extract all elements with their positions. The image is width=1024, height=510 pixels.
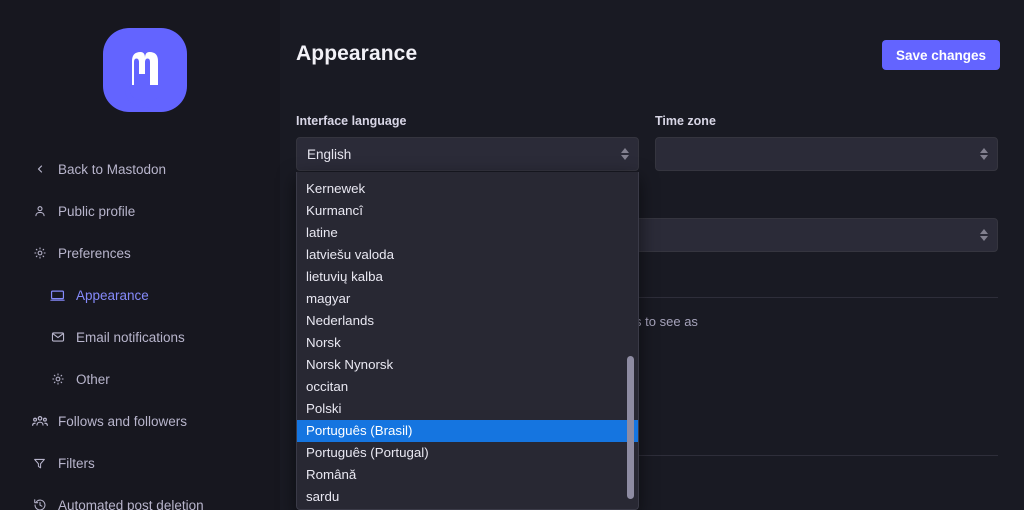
sidebar-item-back-to-mastodon[interactable]: Back to Mastodon	[0, 153, 280, 185]
dropdown-option[interactable]: Português (Brasil)	[297, 420, 638, 442]
page-title: Appearance	[296, 42, 418, 65]
dropdown-option[interactable]: Kurmancî	[297, 200, 638, 222]
sidebar: Back to Mastodon Public profile Preferen…	[0, 0, 280, 510]
dropdown-option[interactable]: Polski	[297, 398, 638, 420]
dropdown-option[interactable]: latine	[297, 222, 638, 244]
mastodon-logo	[101, 26, 189, 114]
interface-language-value: English	[307, 146, 352, 162]
sidebar-item-other[interactable]: Other	[0, 363, 280, 395]
sidebar-item-preferences[interactable]: Preferences	[0, 237, 280, 269]
chevron-updown-icon	[980, 229, 988, 241]
dropdown-option[interactable]: occitan	[297, 376, 638, 398]
chevron-updown-icon	[980, 148, 988, 160]
dropdown-option[interactable]: Português (Portugal)	[297, 442, 638, 464]
dropdown-scrollbar-thumb[interactable]	[627, 356, 634, 499]
sidebar-item-label: Preferences	[58, 245, 131, 261]
sidebar-item-public-profile[interactable]: Public profile	[0, 195, 280, 227]
dropdown-option[interactable]: Română	[297, 464, 638, 486]
dropdown-option-list: Kernewek Kurmancî latine latviešu valoda lie…	[297, 178, 638, 508]
envelope-icon	[49, 329, 66, 346]
sidebar-item-label: Back to Mastodon	[58, 161, 167, 177]
sidebar-item-email-notifications[interactable]: Email notifications	[0, 321, 280, 353]
appearance-settings-page: Back to Mastodon Public profile Preferen…	[0, 0, 1024, 510]
history-icon	[31, 497, 48, 510]
monitor-icon	[49, 287, 66, 304]
sidebar-item-label: Email notifications	[76, 329, 185, 345]
dropdown-option[interactable]: sardu	[297, 486, 638, 508]
sidebar-item-label: Appearance	[76, 287, 149, 303]
dropdown-option[interactable]: magyar	[297, 288, 638, 310]
interface-language-select[interactable]: English	[296, 137, 639, 171]
dropdown-scrollbar-track[interactable]	[627, 176, 636, 506]
dropdown-option[interactable]: Kernewek	[297, 178, 638, 200]
gear-icon	[31, 245, 48, 262]
dropdown-option[interactable]: lietuvių kalba	[297, 266, 638, 288]
sidebar-item-label: Public profile	[58, 203, 136, 219]
sidebar-item-label: Follows and followers	[58, 413, 188, 429]
sidebar-item-label: Automated post deletion	[58, 497, 204, 510]
save-changes-button[interactable]: Save changes	[881, 40, 1000, 70]
people-icon	[31, 413, 48, 430]
time-zone-select[interactable]	[655, 137, 998, 171]
sidebar-item-follows-and-followers[interactable]: Follows and followers	[0, 405, 280, 437]
sidebar-item-appearance[interactable]: Appearance	[0, 279, 280, 311]
dropdown-option[interactable]: latviešu valoda	[297, 244, 638, 266]
sidebar-item-automated-post-deletion[interactable]: Automated post deletion	[0, 489, 280, 510]
sidebar-item-label: Other	[76, 371, 110, 387]
gear-icon	[49, 371, 66, 388]
interface-language-dropdown[interactable]: Kernewek Kurmancî latine latviešu valoda lie…	[296, 172, 639, 510]
person-icon	[31, 203, 48, 220]
sidebar-item-label: Filters	[58, 455, 95, 471]
sidebar-item-filters[interactable]: Filters	[0, 447, 280, 479]
chevron-left-icon	[31, 161, 48, 178]
interface-language-label: Interface language	[296, 114, 407, 128]
chevron-updown-icon	[621, 148, 629, 160]
dropdown-option[interactable]: Norsk Nynorsk	[297, 354, 638, 376]
dropdown-option[interactable]: Norsk	[297, 332, 638, 354]
dropdown-option[interactable]: Nederlands	[297, 310, 638, 332]
time-zone-label: Time zone	[655, 114, 716, 128]
funnel-icon	[31, 455, 48, 472]
